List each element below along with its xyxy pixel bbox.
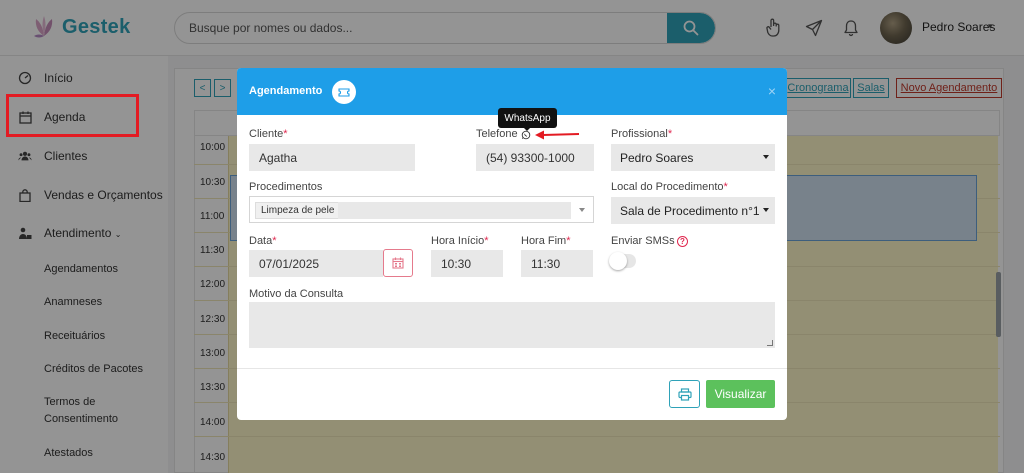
modal-footer-divider bbox=[237, 368, 787, 369]
whatsapp-icon[interactable] bbox=[521, 130, 531, 140]
ticket-button[interactable] bbox=[332, 80, 356, 104]
profissional-select[interactable]: Pedro Soares bbox=[611, 144, 775, 171]
telefone-field[interactable]: (54) 93300-1000 bbox=[476, 144, 594, 171]
annotation-highlight-box bbox=[6, 94, 139, 137]
annotation-arrow-icon bbox=[535, 130, 580, 140]
hora-fim-label-text: Hora Fim bbox=[521, 235, 567, 247]
hora-fim-label: Hora Fim* bbox=[521, 235, 571, 247]
appointment-modal: Agendamento × Cliente* Agatha Telefone (… bbox=[237, 68, 787, 420]
required-mark: * bbox=[667, 128, 673, 140]
enviar-sms-label: Enviar SMSs bbox=[611, 235, 675, 247]
motivo-textarea[interactable] bbox=[249, 302, 775, 348]
local-label: Local do Procedimento* bbox=[611, 181, 728, 193]
sms-toggle[interactable] bbox=[609, 252, 636, 270]
hora-inicio-label-text: Hora Início bbox=[431, 235, 485, 247]
close-icon[interactable]: × bbox=[768, 83, 776, 99]
help-icon[interactable]: ? bbox=[677, 236, 688, 247]
calendar-icon bbox=[392, 257, 404, 269]
hora-inicio-field[interactable]: 10:30 bbox=[431, 250, 503, 277]
cliente-label-text: Cliente bbox=[249, 128, 284, 140]
telefone-label: Telefone bbox=[476, 128, 518, 140]
date-field[interactable]: 07/01/2025 bbox=[249, 250, 383, 277]
procedimento-tag[interactable]: Limpeza de pele bbox=[255, 202, 341, 219]
print-button[interactable] bbox=[669, 380, 700, 408]
chevron-down-icon bbox=[579, 208, 585, 212]
local-label-text: Local do Procedimento bbox=[611, 181, 724, 193]
data-label: Data* bbox=[249, 235, 277, 247]
resize-handle[interactable] bbox=[767, 340, 773, 346]
profissional-label-text: Profissional bbox=[611, 128, 668, 140]
ticket-icon bbox=[338, 87, 350, 97]
cliente-label: Cliente* bbox=[249, 128, 288, 140]
procedimentos-label: Procedimentos bbox=[249, 181, 323, 193]
printer-icon bbox=[677, 387, 692, 401]
chevron-down-icon bbox=[763, 208, 769, 212]
date-picker-button[interactable] bbox=[383, 249, 413, 277]
toggle-knob bbox=[609, 252, 627, 270]
chevron-down-icon bbox=[763, 155, 769, 159]
required-mark: * bbox=[566, 235, 571, 247]
local-select[interactable]: Sala de Procedimento n°1 bbox=[611, 197, 775, 224]
local-value: Sala de Procedimento n°1 bbox=[620, 203, 760, 218]
procedimentos-search-input[interactable] bbox=[338, 202, 571, 219]
visualizar-button[interactable]: Visualizar bbox=[706, 380, 775, 408]
modal-title: Agendamento bbox=[249, 85, 323, 97]
required-mark: * bbox=[484, 235, 489, 247]
data-label-text: Data bbox=[249, 235, 273, 247]
motivo-label: Motivo da Consulta bbox=[249, 288, 344, 300]
hora-inicio-label: Hora Início* bbox=[431, 235, 488, 247]
required-mark: * bbox=[723, 181, 728, 193]
required-mark: * bbox=[272, 235, 277, 247]
cliente-field[interactable]: Agatha bbox=[249, 144, 415, 171]
profissional-label: Profissional* bbox=[611, 128, 672, 140]
required-mark: * bbox=[283, 128, 288, 140]
whatsapp-tooltip: WhatsApp bbox=[498, 108, 557, 128]
profissional-value: Pedro Soares bbox=[620, 150, 694, 165]
hora-fim-field[interactable]: 11:30 bbox=[521, 250, 593, 277]
procedimentos-select[interactable]: Limpeza de pele bbox=[249, 196, 594, 223]
